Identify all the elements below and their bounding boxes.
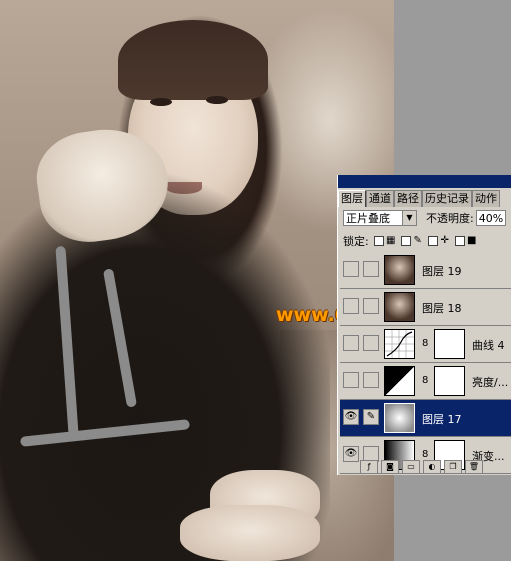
tab-layers[interactable]: 图层: [338, 190, 366, 207]
eye-icon[interactable]: 👁: [343, 409, 359, 425]
tab-actions[interactable]: 动作: [472, 190, 500, 207]
transparency-icon: ▦: [385, 235, 396, 246]
visibility-toggle[interactable]: [343, 261, 359, 277]
lock-transparency-checkbox[interactable]: [373, 236, 384, 246]
layer-name: 图层 19: [422, 265, 462, 278]
layer-row-19[interactable]: 图层 19: [340, 252, 511, 289]
layer-row-brightness[interactable]: 8 亮度/...: [340, 363, 511, 400]
tab-channels[interactable]: 通道: [366, 190, 394, 207]
visibility-toggle[interactable]: [343, 372, 359, 388]
blend-row: 正片叠底 ▼ 不透明度: 40%: [343, 209, 506, 227]
blend-mode-select[interactable]: 正片叠底 ▼: [343, 210, 417, 226]
brightness-contrast-icon: [384, 366, 415, 396]
chevron-down-icon[interactable]: ▼: [402, 211, 416, 225]
panel-titlebar[interactable]: [338, 175, 511, 188]
visibility-toggle[interactable]: [343, 298, 359, 314]
brush-icon: ✎: [413, 235, 422, 246]
layer-name: 曲线 4: [472, 339, 505, 352]
tab-paths[interactable]: 路径: [394, 190, 422, 207]
layer-thumbnail: [384, 255, 415, 285]
layer-mask-thumbnail[interactable]: [434, 366, 465, 396]
layer-row-17[interactable]: 👁 ✎ 图层 17: [340, 400, 511, 437]
opacity-input[interactable]: 40%: [475, 210, 506, 226]
chain-icon[interactable]: 8: [422, 338, 428, 349]
adjustment-layer-icon[interactable]: ◐: [423, 460, 441, 474]
curves-icon: [384, 329, 415, 359]
photo-eye-left: [150, 98, 172, 106]
layer-name: 图层 17: [422, 413, 462, 426]
layer-row-curves[interactable]: 8 曲线 4: [340, 326, 511, 363]
mask-icon[interactable]: ◙: [381, 460, 399, 474]
blend-mode-value: 正片叠底: [346, 212, 390, 225]
lock-icon: ■: [466, 235, 477, 246]
tab-history[interactable]: 历史记录: [422, 190, 472, 207]
layer-name: 亮度/...: [472, 376, 509, 389]
link-toggle[interactable]: [363, 298, 379, 314]
layers-list: 图层 19 图层 18 8 曲线 4 8 亮度/... 👁 ✎ 图层 17 👁 …: [340, 252, 511, 474]
new-group-icon[interactable]: ▭: [402, 460, 420, 474]
layer-name: 图层 18: [422, 302, 462, 315]
lock-position-checkbox[interactable]: [427, 236, 438, 246]
opacity-label: 不透明度:: [426, 212, 474, 225]
photo-bangs: [118, 20, 268, 100]
move-icon: ✛: [440, 235, 449, 246]
brush-icon[interactable]: ✎: [363, 409, 379, 425]
lock-pixels-checkbox[interactable]: [400, 236, 411, 246]
link-toggle[interactable]: [363, 335, 379, 351]
photo-hand-lower: [180, 505, 320, 561]
new-layer-icon[interactable]: ❐: [444, 460, 462, 474]
delete-layer-icon[interactable]: 🗑: [465, 460, 483, 474]
layers-panel: 图层 通道 路径 历史记录 动作 正片叠底 ▼ 不透明度: 40% 锁定: ▦ …: [337, 175, 511, 475]
photo-eye-right: [206, 96, 228, 104]
layer-thumbnail: [384, 403, 415, 433]
lock-row: 锁定: ▦ ✎ ✛ ■: [343, 233, 477, 249]
panel-bottom-bar: ƒ ◙ ▭ ◐ ❐ 🗑: [340, 460, 511, 474]
layer-thumbnail: [384, 292, 415, 322]
visibility-toggle[interactable]: [343, 335, 359, 351]
layer-style-icon[interactable]: ƒ: [360, 460, 378, 474]
lock-label: 锁定:: [343, 235, 369, 248]
canvas-photo[interactable]: [0, 0, 394, 561]
link-toggle[interactable]: [363, 372, 379, 388]
chain-icon[interactable]: 8: [422, 375, 428, 386]
chain-icon[interactable]: 8: [422, 449, 428, 460]
link-toggle[interactable]: [363, 261, 379, 277]
lock-all-checkbox[interactable]: [454, 236, 465, 246]
layer-mask-thumbnail[interactable]: [434, 329, 465, 359]
panel-tabs: 图层 通道 路径 历史记录 动作: [338, 190, 511, 207]
layer-row-18[interactable]: 图层 18: [340, 289, 511, 326]
